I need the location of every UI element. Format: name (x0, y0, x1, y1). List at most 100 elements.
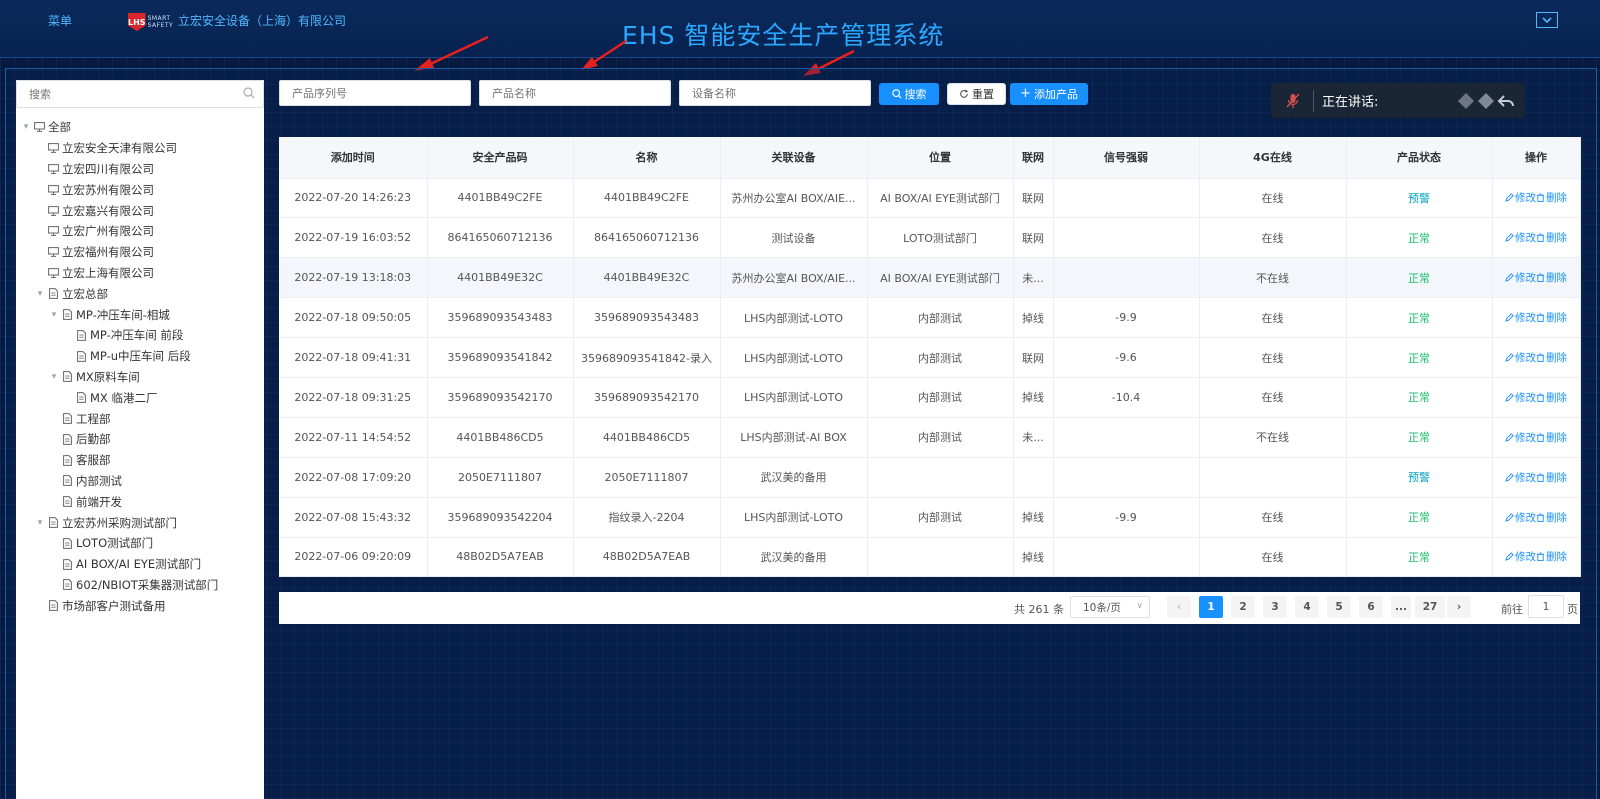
tree-node[interactable]: 立宏福州有限公司 (16, 242, 264, 263)
tree-node[interactable]: ▾ MP-冲压车间-相城 (16, 304, 264, 325)
column-header[interactable]: 添加时间 (279, 137, 428, 179)
caret-down-icon[interactable]: ▾ (48, 372, 60, 382)
delete-link[interactable]: 删除 (1536, 190, 1567, 205)
tree-node[interactable]: MP-u中压车间 后段 (16, 346, 264, 367)
tree-node[interactable]: 立宏苏州有限公司 (16, 179, 264, 200)
tree-node[interactable]: 立宏上海有限公司 (16, 263, 264, 284)
caret-down-icon[interactable]: ▾ (34, 518, 46, 528)
tree-node[interactable]: 前端开发 (16, 491, 264, 512)
column-header[interactable]: 操作 (1492, 137, 1581, 179)
cell-signal: -9.6 (1053, 337, 1200, 378)
cell-actions: 修改 删除 (1492, 457, 1581, 498)
edit-link[interactable]: 修改 (1505, 190, 1536, 205)
delete-link[interactable]: 删除 (1536, 310, 1567, 325)
table-row[interactable]: 2022-07-06 09:20:09 48B02D5A7EAB 48B02D5A7… (279, 537, 1581, 578)
tree-node[interactable]: 立宏广州有限公司 (16, 221, 264, 242)
delete-link[interactable]: 删除 (1536, 430, 1567, 445)
menu-link[interactable]: 菜单 (48, 12, 72, 29)
column-header[interactable]: 安全产品码 (427, 137, 574, 179)
device-name-input[interactable] (680, 81, 870, 105)
cell-net: 未... (1013, 417, 1054, 458)
tree-node[interactable]: MP-冲压车间 前段 (16, 325, 264, 346)
tree-node[interactable]: 后勤部 (16, 429, 264, 450)
column-header[interactable]: 信号强弱 (1053, 137, 1200, 179)
edit-link[interactable]: 修改 (1505, 549, 1536, 564)
delete-link[interactable]: 删除 (1536, 470, 1567, 485)
column-header[interactable]: 4G在线 (1199, 137, 1347, 179)
delete-link[interactable]: 删除 (1536, 390, 1567, 405)
page-button[interactable]: 6 (1359, 596, 1383, 618)
tree-node[interactable]: LOTO测试部门 (16, 533, 264, 554)
tree-node[interactable]: AI BOX/AI EYE测试部门 (16, 554, 264, 575)
tree-node[interactable]: ▾ 立宏苏州采购测试部门 (16, 512, 264, 533)
tree-node[interactable]: 市场部客户测试备用 (16, 595, 264, 616)
table-row[interactable]: 2022-07-08 15:43:32 359689093542204 指纹录入-2… (279, 497, 1581, 538)
search-button[interactable]: 搜索 (879, 83, 939, 105)
microphone-muted-icon[interactable] (1281, 93, 1305, 109)
edit-link[interactable]: 修改 (1505, 310, 1536, 325)
tree-node[interactable]: 客服部 (16, 450, 264, 471)
back-arrow-icon[interactable] (1497, 92, 1515, 110)
reset-button[interactable]: 重置 (947, 83, 1006, 105)
edit-link[interactable]: 修改 (1505, 270, 1536, 285)
page-button[interactable]: 1 (1199, 596, 1223, 618)
next-page-button[interactable]: › (1447, 596, 1471, 618)
delete-link[interactable]: 删除 (1536, 510, 1567, 525)
edit-link[interactable]: 修改 (1505, 230, 1536, 245)
caret-down-icon[interactable]: ▾ (48, 310, 60, 320)
product-serial-input[interactable] (280, 81, 470, 105)
page-button[interactable]: 3 (1263, 596, 1287, 618)
column-header[interactable]: 位置 (867, 137, 1014, 179)
tree-node[interactable]: 工程部 (16, 408, 264, 429)
tree-node[interactable]: ▾ 立宏总部 (16, 283, 264, 304)
tree-node[interactable]: MX 临港二厂 (16, 387, 264, 408)
column-header[interactable]: 名称 (573, 137, 721, 179)
prev-page-button[interactable]: ‹ (1167, 596, 1191, 618)
caret-down-icon[interactable]: ▾ (34, 289, 46, 299)
tree-node[interactable]: 立宏嘉兴有限公司 (16, 200, 264, 221)
search-icon[interactable] (243, 87, 255, 99)
page-button[interactable]: 27 (1415, 596, 1445, 618)
tree-node[interactable]: 立宏安全天津有限公司 (16, 138, 264, 159)
delete-link[interactable]: 删除 (1536, 230, 1567, 245)
table-row[interactable]: 2022-07-08 17:09:20 2050E7111807 2050E7111… (279, 457, 1581, 498)
tree-node[interactable]: ▾ 全部 (16, 117, 264, 138)
page-button[interactable]: 5 (1327, 596, 1351, 618)
table-row[interactable]: 2022-07-11 14:54:52 4401BB486CD5 4401BB486… (279, 417, 1581, 458)
delete-link[interactable]: 删除 (1536, 350, 1567, 365)
edit-link[interactable]: 修改 (1505, 470, 1536, 485)
delete-link[interactable]: 删除 (1536, 549, 1567, 564)
cell-actions: 修改 删除 (1492, 217, 1581, 259)
header-dropdown-button[interactable] (1536, 12, 1558, 28)
page-ellipsis[interactable]: ... (1391, 596, 1411, 618)
caret-down-icon[interactable]: ▾ (20, 122, 32, 132)
goto-page-input[interactable]: 1 (1528, 595, 1564, 618)
tree-search-input[interactable] (17, 81, 217, 107)
edit-link[interactable]: 修改 (1505, 390, 1536, 405)
tree-node[interactable]: 内部测试 (16, 471, 264, 492)
delete-link[interactable]: 删除 (1536, 270, 1567, 285)
tree-node[interactable]: 立宏四川有限公司 (16, 159, 264, 180)
table-row[interactable]: 2022-07-20 14:26:23 4401BB49C2FE 4401BB49C… (279, 178, 1581, 219)
edit-link[interactable]: 修改 (1505, 430, 1536, 445)
table-row[interactable]: 2022-07-19 16:03:52 864165060712136 864165… (279, 217, 1581, 259)
tree-node[interactable]: 602/NBIOT采集器测试部门 (16, 575, 264, 596)
page-button[interactable]: 2 (1231, 596, 1255, 618)
cell-time: 2022-07-11 14:54:52 (279, 417, 428, 458)
table-row[interactable]: 2022-07-19 13:18:03 4401BB49E32C 4401BB49E… (279, 257, 1581, 299)
product-name-input[interactable] (480, 81, 670, 105)
add-product-button[interactable]: + 添加产品 (1010, 83, 1088, 105)
page-button[interactable]: 4 (1295, 596, 1319, 618)
cell-online: 在线 (1199, 217, 1347, 259)
column-header[interactable]: 产品状态 (1346, 137, 1493, 179)
column-header[interactable]: 联网 (1013, 137, 1054, 179)
tree-node[interactable]: ▾ MX原料车间 (16, 367, 264, 388)
edit-link[interactable]: 修改 (1505, 350, 1536, 365)
name-field-wrap (479, 80, 671, 106)
column-header[interactable]: 关联设备 (720, 137, 868, 179)
page-size-select[interactable]: 10条/页 ∨ (1070, 596, 1150, 618)
edit-link[interactable]: 修改 (1505, 510, 1536, 525)
table-row[interactable]: 2022-07-18 09:31:25 359689093542170 359689… (279, 377, 1581, 418)
table-row[interactable]: 2022-07-18 09:50:05 359689093543483 359689… (279, 297, 1581, 339)
table-row[interactable]: 2022-07-18 09:41:31 359689093541842 359689… (279, 337, 1581, 378)
